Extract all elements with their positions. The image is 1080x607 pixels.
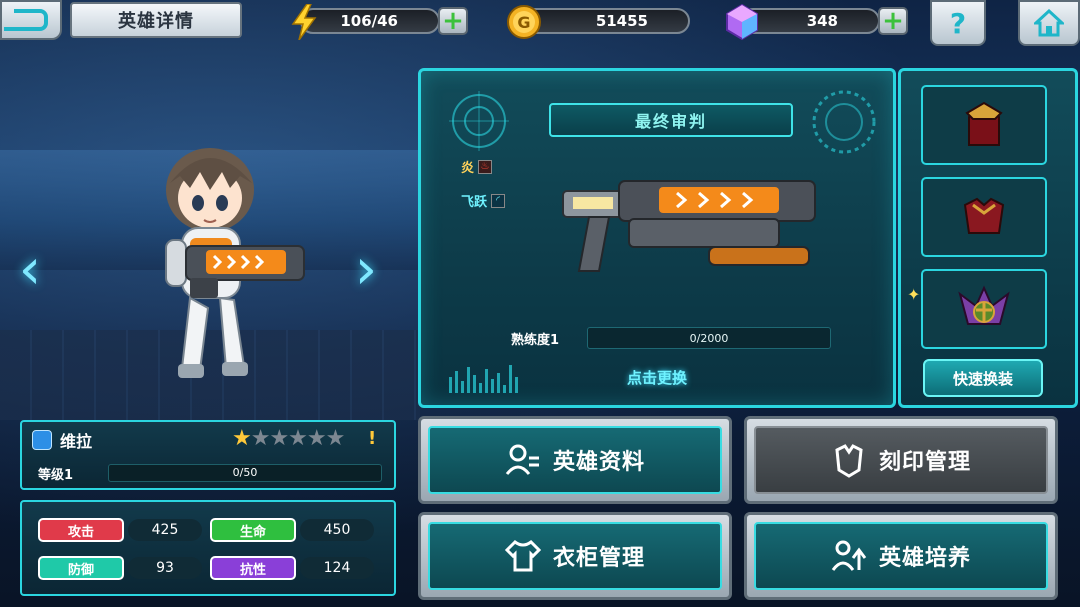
- wind-icon: ◜: [491, 193, 506, 208]
- gold-bar: 51455: [520, 8, 690, 34]
- upgrade-alert-icon[interactable]: !: [368, 428, 376, 449]
- svg-text:G: G: [517, 13, 530, 32]
- skill-tag-label: 飞跃: [461, 195, 488, 210]
- weapon-image: [562, 180, 816, 272]
- star-icon-empty: ★★★★★: [250, 426, 346, 451]
- stat-attack: 攻击 425: [38, 518, 202, 542]
- exp-bar: 0/50: [108, 464, 382, 482]
- training-button[interactable]: 英雄培养: [744, 512, 1058, 600]
- stat-value-defense: 93: [128, 557, 202, 579]
- proficiency-row: 熟练度1 0/2000: [511, 326, 831, 350]
- gold-value: 51455: [595, 12, 648, 30]
- stat-label-resistance: 抗性: [210, 556, 296, 580]
- fire-icon: ♨: [478, 159, 493, 174]
- stat-label-hp: 生命: [210, 518, 296, 542]
- level-label: 等级1: [38, 468, 74, 483]
- equipment-panel: ✦ 快速换装: [898, 68, 1078, 408]
- hero-name: 维拉: [60, 432, 93, 451]
- target-reticle-icon: [449, 91, 509, 151]
- add-gem-button[interactable]: +: [878, 7, 908, 35]
- exp-value: 0/50: [232, 466, 258, 479]
- equipment-slot-helmet[interactable]: [921, 85, 1047, 165]
- radar-dial-icon: [812, 90, 876, 154]
- hero-info-panel: 维拉 ★★★★★★ ! 等级1 0/50: [20, 420, 396, 490]
- skill-tag: 飞跃 ◜: [461, 191, 506, 210]
- proficiency-bar: 0/2000: [587, 327, 831, 349]
- level-up-icon: [831, 540, 867, 571]
- energy-value: 106/46: [340, 12, 398, 30]
- help-icon: ?: [949, 6, 967, 40]
- next-hero-arrow-icon[interactable]: ›: [346, 238, 386, 302]
- hero-portrait: [165, 148, 305, 378]
- star-icon-filled: ★: [232, 426, 252, 451]
- page-title: 英雄详情: [70, 2, 242, 38]
- stat-value-resistance: 124: [300, 557, 374, 579]
- home-button[interactable]: [1018, 0, 1080, 46]
- top-bar: 英雄详情 106/46 + 51455 G 348 + ?: [0, 0, 1080, 50]
- weapon-panel[interactable]: 最终审判 炎 ♨ 飞跃 ◜ 熟练度1 0/2000 点击更换: [418, 68, 896, 408]
- back-button[interactable]: [0, 0, 62, 40]
- stat-resistance: 抗性 124: [210, 556, 374, 580]
- help-button[interactable]: ?: [930, 0, 986, 46]
- weapon-name: 最终审判: [549, 103, 793, 137]
- gem-value: 348: [806, 12, 838, 30]
- emblem-icon: [958, 285, 1010, 325]
- equipment-slot-armor[interactable]: [921, 177, 1047, 257]
- imprint-icon: [835, 444, 863, 478]
- proficiency-value: 0/2000: [689, 332, 729, 345]
- add-energy-button[interactable]: +: [438, 7, 468, 35]
- helmet-icon: [965, 101, 1003, 146]
- stat-label-defense: 防御: [38, 556, 124, 580]
- previous-hero-arrow-icon[interactable]: ‹: [10, 238, 50, 302]
- stat-value-hp: 450: [300, 519, 374, 541]
- stat-value-attack: 425: [128, 519, 202, 541]
- element-tag-label: 炎: [461, 161, 475, 176]
- hero-info-label: 英雄资料: [552, 450, 645, 475]
- sparkle-icon: ✦: [907, 285, 921, 304]
- hero-class-icon: [32, 430, 52, 450]
- wardrobe-label: 衣柜管理: [552, 546, 645, 571]
- imprint-button[interactable]: 刻印管理: [744, 416, 1058, 504]
- star-rating: ★★★★★★: [232, 426, 346, 451]
- proficiency-label: 熟练度1: [511, 332, 560, 348]
- element-tag: 炎 ♨: [461, 157, 493, 176]
- tap-to-change-button[interactable]: 点击更换: [421, 367, 893, 388]
- stats-panel: 攻击 425 生命 450 防御 93 抗性 124: [20, 500, 396, 596]
- armor-icon: [963, 197, 1005, 234]
- stat-label-attack: 攻击: [38, 518, 124, 542]
- profile-icon: [505, 444, 539, 475]
- gold-coin-icon: G: [504, 2, 544, 42]
- home-icon: [1034, 9, 1064, 37]
- gem-icon: [722, 2, 762, 42]
- lightning-icon: [284, 2, 324, 42]
- stat-defense: 防御 93: [38, 556, 202, 580]
- imprint-label: 刻印管理: [878, 450, 971, 475]
- stat-hp: 生命 450: [210, 518, 374, 542]
- hero-info-button[interactable]: 英雄资料: [418, 416, 732, 504]
- quick-equip-button[interactable]: 快速换装: [923, 359, 1043, 397]
- shirt-icon: [504, 540, 541, 572]
- training-label: 英雄培养: [878, 546, 971, 571]
- equipment-slot-emblem[interactable]: [921, 269, 1047, 349]
- back-arrow-icon: [4, 9, 48, 31]
- wardrobe-button[interactable]: 衣柜管理: [418, 512, 732, 600]
